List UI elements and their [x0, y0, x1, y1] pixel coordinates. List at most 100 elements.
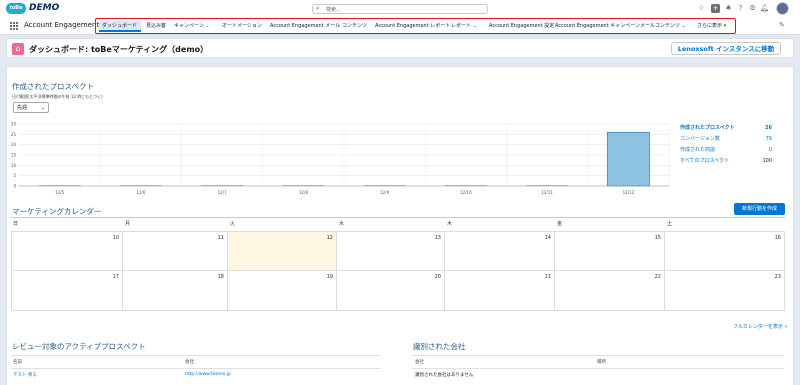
col-company-header: 会社	[185, 360, 194, 365]
col-name-header: 名前	[13, 360, 22, 365]
day-cell[interactable]: 11	[123, 231, 228, 271]
chevron-down-icon: ⌄	[40, 105, 45, 111]
search-icon: ⌕	[316, 4, 320, 12]
trailhead-icon[interactable]: ♠	[724, 4, 733, 13]
plus-icon[interactable]: +	[711, 4, 720, 13]
legend-created-prospects[interactable]: 作成されたプロスペクト 26	[680, 123, 772, 133]
prospects-subtitle: 日付範囲(太平洋標準時間の午前 12 時にもとづく)	[12, 94, 103, 99]
x-tick-label: 12/10	[460, 190, 472, 195]
dow-sun: 日	[13, 221, 19, 227]
day-cell[interactable]: 22	[555, 271, 665, 311]
star-icon[interactable]: ☆	[697, 4, 706, 13]
divider	[412, 355, 784, 356]
caret-down-icon[interactable]: ▾	[724, 23, 727, 29]
tab-email-content[interactable]: メールコンテンツ ⌄	[640, 21, 686, 32]
tab-reports[interactable]: レポート ⌄	[451, 21, 477, 32]
day-cell[interactable]: 19	[228, 271, 337, 311]
divider	[11, 355, 381, 356]
empty-message: 識別された会社はありません	[415, 373, 474, 378]
day-cell[interactable]: 17	[11, 271, 123, 311]
app-name: Account Engagement	[24, 21, 100, 29]
tab-content[interactable]: コンテンツ	[342, 21, 367, 32]
tab-more[interactable]: さらに表示 ▾	[697, 21, 726, 32]
tab-ae-email[interactable]: Account Engagement メール	[270, 21, 340, 32]
x-tick-label: 12/6	[136, 190, 145, 195]
go-to-instance-button[interactable]: Lenoxsoft インスタンスに移動	[671, 42, 781, 55]
prospect-name-link[interactable]: テスト 青る	[13, 372, 37, 378]
y-tick-label: 25	[11, 132, 17, 137]
tab-campaigns[interactable]: キャンペーン ⌄	[174, 21, 210, 32]
dow-fri: 金	[557, 221, 563, 227]
active-prospects-title: レビュー対象のアクティブプロスペクト	[12, 342, 146, 351]
period-select[interactable]: 先週 ⌄	[13, 102, 49, 113]
page-title: ダッシュボード: toBeマーケティング（demo）	[29, 45, 209, 54]
y-tick-label: 5	[13, 173, 16, 178]
gear-icon[interactable]: ⚙	[748, 4, 757, 13]
tab-dashboard[interactable]: ダッシュボード	[99, 21, 141, 32]
avatar[interactable]	[776, 2, 789, 15]
y-tick-label: 20	[11, 142, 17, 147]
legend-all-prospects[interactable]: すべてのプロスペクト 100	[680, 156, 772, 166]
day-cell[interactable]: 14	[445, 231, 555, 271]
col-location-header: 場所	[597, 360, 606, 365]
x-tick-label: 12/9	[380, 190, 389, 195]
x-tick-label: 12/5	[55, 190, 64, 195]
prospect-company-link[interactable]: http://www.tobem.jp	[185, 372, 231, 377]
tab-ae-reports[interactable]: Account Engagement レポート	[375, 21, 450, 32]
app-navbar: Account Engagement ダッシュボード 見込み客 キャンペーン ⌄…	[0, 17, 800, 35]
page-header: ⌂ ダッシュボード: toBeマーケティング（demo） Lenoxsoft イ…	[6, 38, 794, 58]
full-calendar-link[interactable]: フルカレンダーを表示 »	[733, 323, 788, 330]
x-tick-label: 12/8	[299, 190, 308, 195]
dow-mon: 月	[125, 221, 131, 227]
tab-ae-campaigns[interactable]: Account Engagement キャンペーン	[555, 21, 640, 32]
help-icon[interactable]: ?	[736, 4, 745, 13]
brand-name: DEMO	[29, 3, 60, 13]
logo[interactable]: toBe	[6, 3, 26, 14]
bar	[606, 131, 650, 187]
day-cell[interactable]: 15	[555, 231, 665, 271]
bell-icon[interactable]: 🔔︎	[760, 4, 769, 13]
day-cell[interactable]: 23	[665, 271, 785, 311]
chevron-down-icon[interactable]: ⌄	[205, 23, 209, 29]
day-cell[interactable]: 13	[337, 231, 445, 271]
divider	[11, 368, 381, 369]
prospects-chart: 0 5 10 15 20 25 30 12/5 12/6 12/7 12/8 12/9 12/10 12/…	[11, 122, 670, 195]
legend-conversions[interactable]: コンバージョン数 79	[680, 134, 772, 144]
dashboard-body: 作成されたプロスペクト 日付範囲(太平洋標準時間の午前 12 時にもとづく) 先…	[6, 66, 794, 385]
y-tick-label: 30	[11, 122, 17, 127]
search-placeholder: 検索...	[326, 7, 341, 13]
divider	[412, 368, 784, 369]
x-tick-label: 12/12	[623, 190, 635, 195]
marketing-calendar: 日 月 火 水 木 金 土 10 11 12 13 14 15 16 17 18…	[11, 217, 785, 311]
day-cell[interactable]: 21	[445, 271, 555, 311]
col-company-header: 会社	[415, 360, 424, 365]
dow-tue: 火	[230, 221, 236, 227]
day-cell[interactable]: 18	[123, 271, 228, 311]
legend-opportunities[interactable]: 作成された商談 0	[680, 145, 772, 155]
day-cell-today[interactable]: 12	[228, 231, 337, 271]
app-launcher-icon[interactable]	[10, 22, 18, 30]
x-tick-label: 12/11	[541, 190, 553, 195]
y-tick-label: 0	[13, 184, 16, 189]
new-event-button[interactable]: 新規行動を作成	[734, 203, 785, 215]
y-tick-label: 10	[11, 163, 17, 168]
tab-ae-settings[interactable]: Account Engagement 設定	[489, 21, 554, 32]
chevron-down-icon[interactable]: ⌄	[682, 23, 686, 29]
tab-prospects[interactable]: 見込み客	[146, 21, 166, 32]
tab-automation[interactable]: オートメーション	[222, 21, 262, 32]
home-icon: ⌂	[12, 43, 24, 55]
nav-highlight-box: ダッシュボード 見込み客 キャンペーン ⌄ オートメーション Account E…	[95, 18, 736, 34]
global-header: toBe DEMO ⌕ 検索... ☆ + ♠ ? ⚙ 🔔︎	[0, 0, 800, 17]
edit-nav-icon[interactable]: ✎	[779, 21, 785, 29]
identified-companies-title: 識別された会社	[413, 342, 466, 351]
dow-thu: 木	[447, 221, 453, 227]
day-cell[interactable]: 10	[11, 231, 123, 271]
day-cell[interactable]: 20	[337, 271, 445, 311]
global-search[interactable]: ⌕ 検索...	[312, 4, 488, 14]
chevron-down-icon[interactable]: ⌄	[473, 23, 477, 29]
x-tick-label: 12/7	[218, 190, 227, 195]
dow-sat: 土	[667, 221, 673, 227]
calendar-title: マーケティングカレンダー	[12, 207, 102, 216]
y-tick-label: 15	[11, 153, 17, 158]
day-cell[interactable]: 16	[665, 231, 785, 271]
